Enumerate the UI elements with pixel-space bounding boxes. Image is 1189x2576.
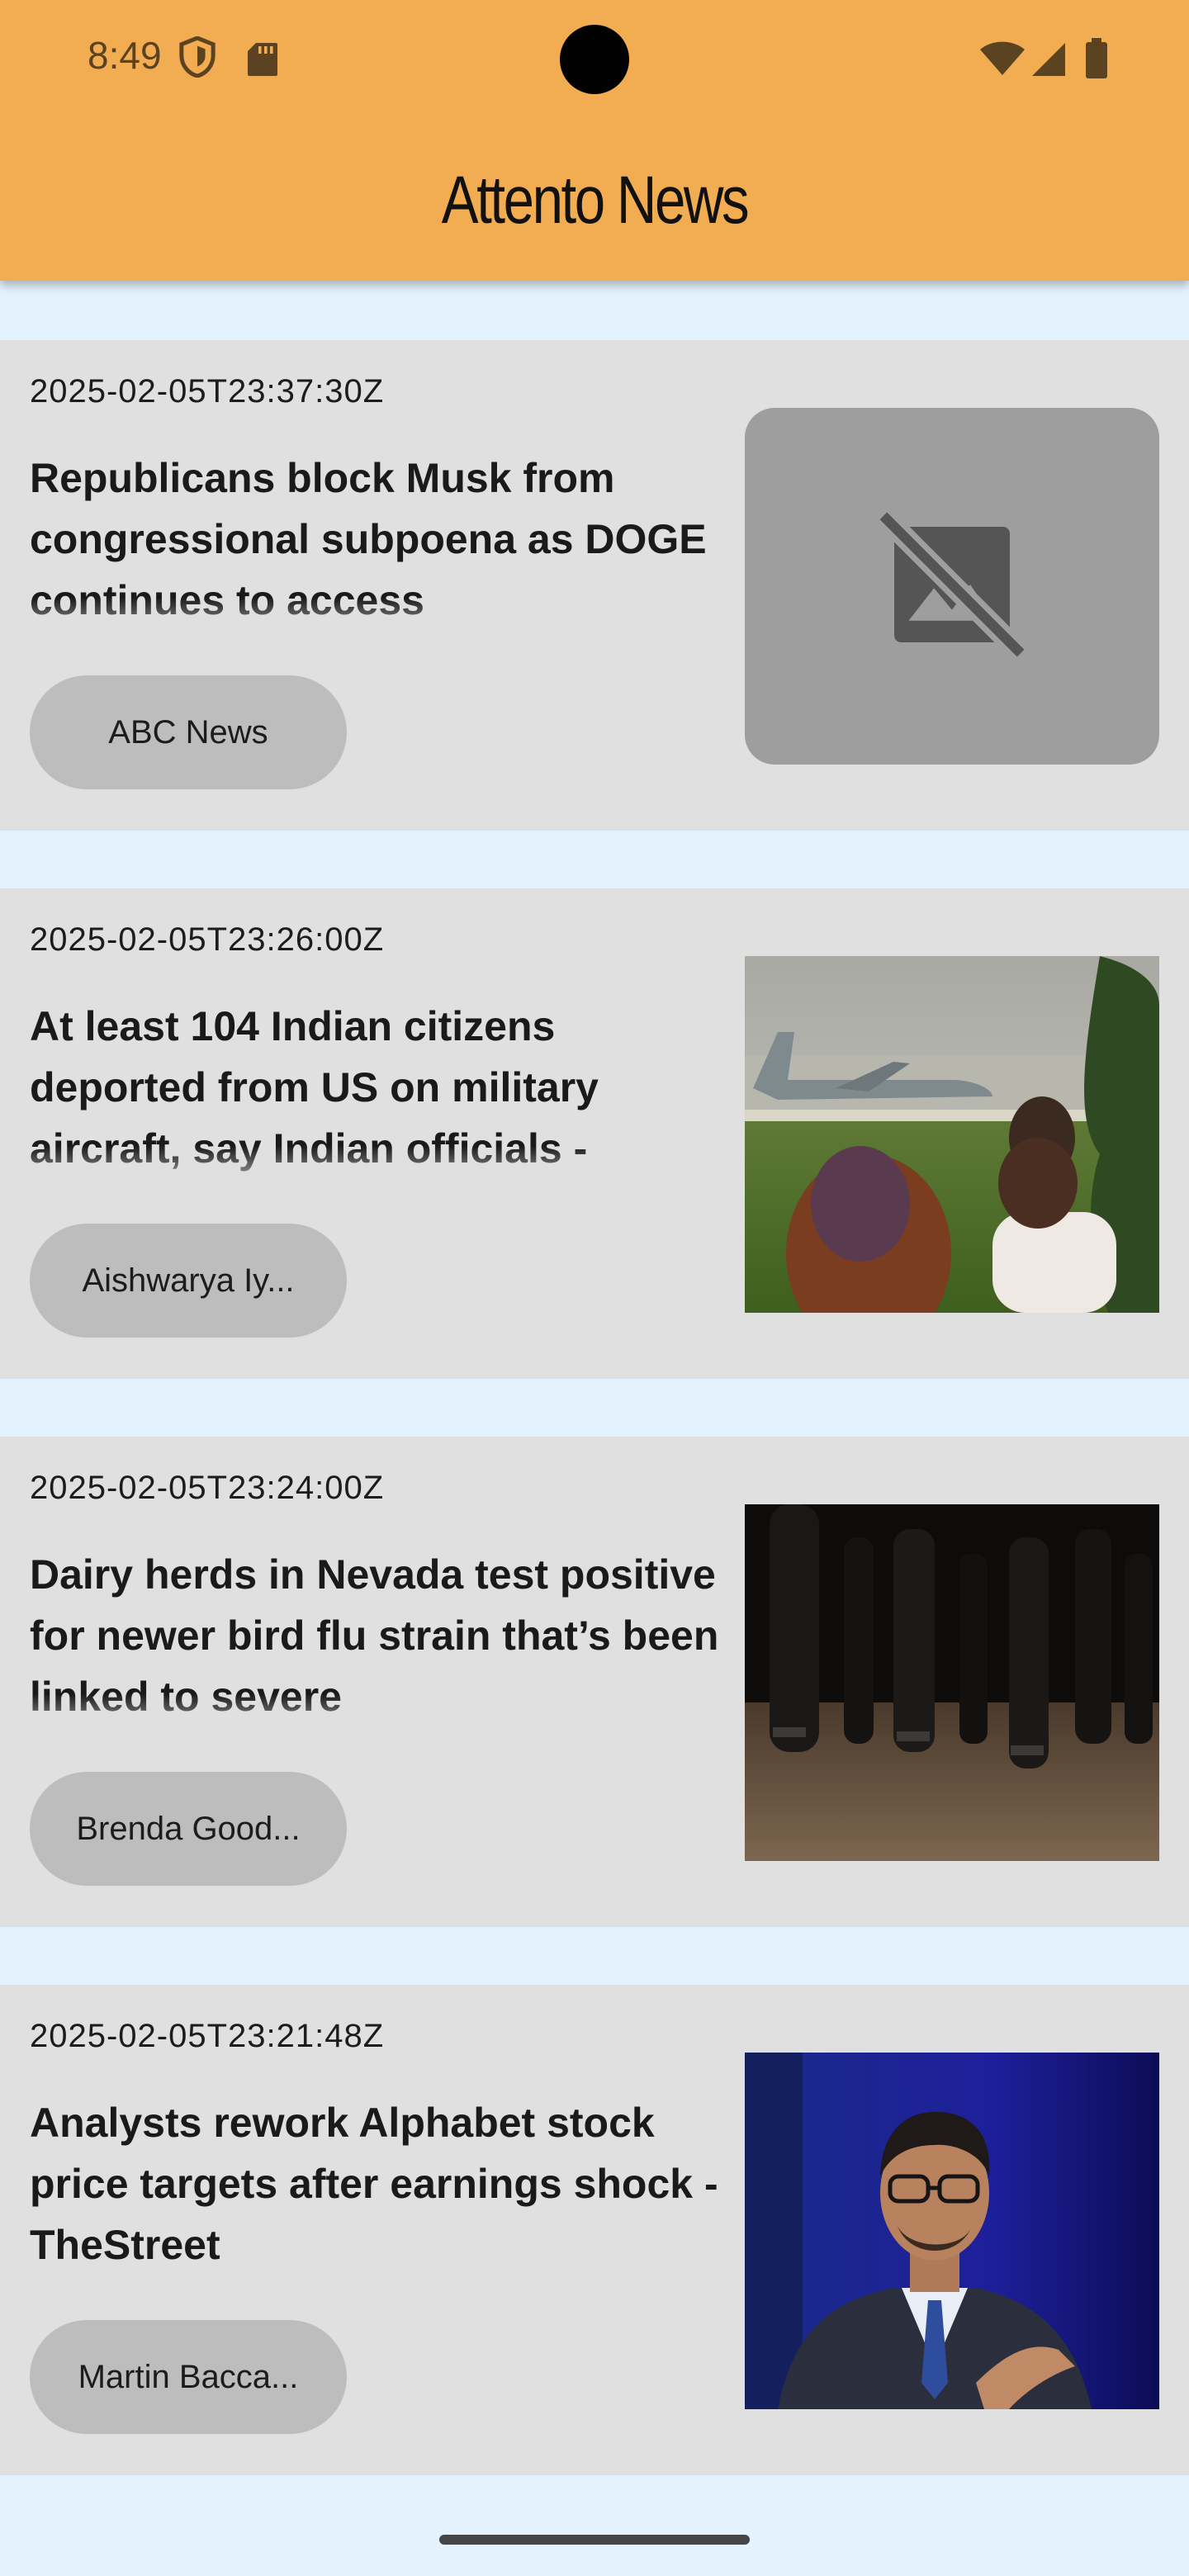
military-plane-photo bbox=[745, 956, 1159, 1313]
cell-signal-icon bbox=[1030, 41, 1067, 82]
dairy-cattle-photo bbox=[745, 1504, 1159, 1861]
front-camera-cutout bbox=[560, 25, 629, 94]
wifi-icon bbox=[979, 40, 1026, 82]
sd-card-icon bbox=[246, 41, 279, 82]
article-source-chip[interactable]: Brenda Good... bbox=[30, 1772, 347, 1886]
home-indicator[interactable] bbox=[439, 2535, 750, 2545]
image-unavailable-icon bbox=[865, 498, 1039, 675]
app-bar: 8:49 Attento News bbox=[0, 0, 1189, 281]
article-source-chip[interactable]: Aishwarya Iy... bbox=[30, 1224, 347, 1338]
shield-icon bbox=[178, 36, 216, 82]
article-image-placeholder bbox=[745, 408, 1159, 765]
article-card[interactable]: 2025-02-05T23:24:00Z Dairy herds in Neva… bbox=[0, 1437, 1189, 1927]
article-headline: Dairy herds in Nevada test positive for … bbox=[30, 1551, 719, 1720]
article-source-chip[interactable]: Martin Bacca... bbox=[30, 2320, 347, 2434]
article-source-chip[interactable]: ABC News bbox=[30, 675, 347, 789]
article-headline: At least 104 Indian citizens deported fr… bbox=[30, 1003, 599, 1172]
article-date: 2025-02-05T23:24:00Z bbox=[30, 1470, 385, 1506]
article-card[interactable]: 2025-02-05T23:37:30Z Republicans block M… bbox=[0, 340, 1189, 831]
app-title: Attento News bbox=[441, 163, 750, 238]
article-date: 2025-02-05T23:21:48Z bbox=[30, 2018, 385, 2054]
executive-portrait-photo bbox=[745, 2053, 1159, 2409]
news-feed-screen: 8:49 Attento News 2025-02-05T23:37:30Z R… bbox=[0, 0, 1189, 2576]
article-card[interactable]: 2025-02-05T23:26:00Z At least 104 Indian… bbox=[0, 888, 1189, 1379]
article-date: 2025-02-05T23:26:00Z bbox=[30, 921, 385, 958]
status-time: 8:49 bbox=[88, 34, 162, 77]
article-headline: Republicans block Musk from congressiona… bbox=[30, 455, 707, 623]
battery-icon bbox=[1085, 38, 1108, 83]
article-date: 2025-02-05T23:37:30Z bbox=[30, 373, 385, 410]
article-card[interactable]: 2025-02-05T23:21:48Z Analysts rework Alp… bbox=[0, 1985, 1189, 2475]
article-headline: Analysts rework Alphabet stock price tar… bbox=[30, 2100, 718, 2268]
